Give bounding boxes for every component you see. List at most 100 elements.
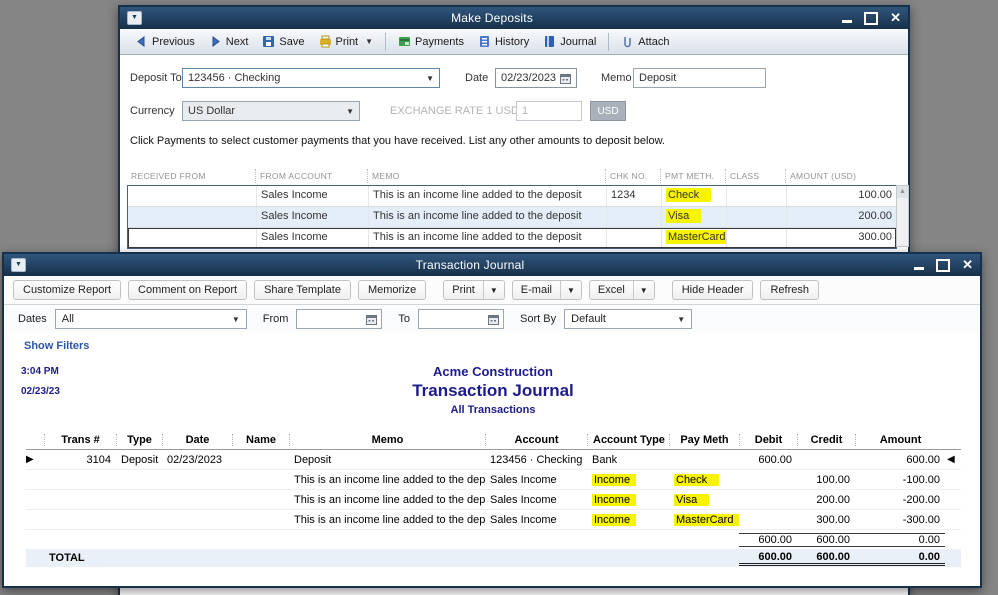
chevron-down-icon[interactable]: ▼ (484, 281, 504, 299)
cell-memo: This is an income line added to the depo… (289, 474, 485, 486)
maximize-icon[interactable] (936, 259, 950, 272)
cell-received-from[interactable] (128, 186, 256, 206)
window-menu-icon[interactable]: ▼ (127, 11, 142, 25)
cell-memo[interactable]: This is an income line added to the depo… (368, 228, 606, 248)
cell-memo[interactable]: This is an income line added to the depo… (368, 186, 606, 206)
report-company: Acme Construction (4, 364, 982, 379)
cell-credit: 300.00 (797, 514, 855, 526)
transaction-journal-titlebar[interactable]: ▼ Transaction Journal ✕ (4, 254, 980, 276)
customize-report-button[interactable]: Customize Report (13, 280, 121, 300)
comment-on-report-button[interactable]: Comment on Report (128, 280, 247, 300)
calendar-icon[interactable] (366, 314, 377, 325)
memo-field[interactable]: Deposit (633, 68, 766, 88)
deposit-to-combobox[interactable]: 123456 · Checking ▼ (182, 68, 440, 88)
cell-chk-no[interactable] (606, 207, 661, 227)
close-icon[interactable]: ✕ (962, 260, 973, 270)
hide-header-button[interactable]: Hide Header (672, 280, 754, 300)
journal-button[interactable]: Journal (536, 33, 603, 50)
col-credit: Credit (797, 434, 855, 446)
history-button[interactable]: History (471, 33, 536, 50)
cell-amount[interactable]: 300.00 (786, 228, 896, 248)
from-date-field[interactable] (296, 309, 382, 329)
chevron-down-icon[interactable]: ▼ (561, 281, 581, 299)
col-class: CLASS (725, 169, 785, 183)
window-menu-icon[interactable]: ▼ (11, 258, 26, 272)
cell-memo[interactable]: This is an income line added to the depo… (368, 207, 606, 227)
previous-button[interactable]: Previous (128, 33, 202, 50)
cell-amount: 600.00 (855, 454, 945, 466)
cell-amount: -100.00 (855, 474, 945, 486)
cell-chk-no[interactable] (606, 228, 661, 248)
dates-combobox[interactable]: All ▼ (55, 309, 247, 329)
print-button[interactable]: Print ▼ (443, 280, 505, 300)
chevron-down-icon[interactable]: ▼ (634, 281, 654, 299)
maximize-icon[interactable] (864, 12, 878, 25)
payments-icon (398, 35, 411, 48)
cell-debit: 600.00 (739, 454, 797, 466)
to-label: To (398, 313, 410, 325)
col-pay-meth: Pay Meth (669, 434, 739, 446)
to-date-field[interactable] (418, 309, 504, 329)
journal-row: This is an income line added to the depo… (26, 470, 961, 490)
share-template-button[interactable]: Share Template (254, 280, 351, 300)
subtotal-credit: 600.00 (797, 533, 855, 547)
memorize-button[interactable]: Memorize (358, 280, 426, 300)
calendar-icon[interactable] (560, 73, 571, 84)
cell-pmt-meth[interactable]: Check (661, 186, 726, 206)
chevron-down-icon: ▼ (346, 107, 354, 116)
payments-button[interactable]: Payments (391, 33, 471, 50)
col-amount: Amount (855, 434, 945, 446)
currency-combobox[interactable]: US Dollar ▼ (182, 101, 360, 121)
scroll-up-icon[interactable]: ▲ (897, 186, 908, 198)
make-deposits-titlebar[interactable]: ▼ Make Deposits ✕ (120, 7, 908, 29)
highlighted-text: Check (674, 474, 719, 486)
excel-button[interactable]: Excel ▼ (589, 280, 655, 300)
highlighted-text: Check (666, 188, 711, 202)
deposit-table: Sales Income This is an income line adde… (127, 185, 897, 249)
sort-by-combobox[interactable]: Default ▼ (564, 309, 692, 329)
col-name: Name (232, 434, 289, 446)
cell-type: Deposit (116, 454, 162, 466)
refresh-button[interactable]: Refresh (760, 280, 819, 300)
report-toolbar: Customize Report Comment on Report Share… (4, 276, 980, 305)
make-deposits-toolbar: Previous Next Save Print ▼ Payments (120, 29, 908, 55)
table-row[interactable]: Sales Income This is an income line adde… (128, 186, 896, 207)
email-button[interactable]: E-mail ▼ (512, 280, 582, 300)
chevron-down-icon[interactable]: ▼ (365, 37, 373, 46)
vertical-scrollbar[interactable]: ▲ (896, 185, 909, 247)
attach-button[interactable]: Attach (614, 33, 676, 50)
date-field[interactable]: 02/23/2023 (495, 68, 577, 88)
cell-received-from[interactable] (128, 207, 256, 227)
cell-chk-no[interactable]: 1234 (606, 186, 661, 206)
cell-from-account[interactable]: Sales Income (256, 207, 368, 227)
close-icon[interactable]: ✕ (890, 13, 901, 23)
row-pointer-icon: ▶ (26, 450, 44, 469)
cell-from-account[interactable]: Sales Income (256, 228, 368, 248)
subtotal-amount: 0.00 (855, 533, 945, 547)
cell-from-account[interactable]: Sales Income (256, 186, 368, 206)
print-button[interactable]: Print ▼ (312, 33, 381, 50)
next-button[interactable]: Next (202, 33, 256, 50)
cell-pmt-meth[interactable]: Visa (661, 207, 726, 227)
table-row[interactable]: Sales Income This is an income line adde… (128, 228, 896, 248)
cell-class[interactable] (726, 228, 786, 248)
highlighted-text: Income (592, 514, 636, 526)
minimize-icon[interactable] (842, 20, 852, 23)
history-icon (478, 35, 491, 48)
arrow-right-icon (209, 35, 222, 48)
calendar-icon[interactable] (488, 314, 499, 325)
cell-amount[interactable]: 100.00 (786, 186, 896, 206)
minimize-icon[interactable] (914, 267, 924, 270)
table-row[interactable]: Sales Income This is an income line adde… (128, 207, 896, 228)
cell-class[interactable] (726, 186, 786, 206)
col-account-type: Account Type (587, 434, 669, 446)
cell-class[interactable] (726, 207, 786, 227)
show-filters-link[interactable]: Show Filters (24, 340, 89, 352)
journal-book-icon (543, 35, 556, 48)
col-account: Account (485, 434, 587, 446)
cell-received-from[interactable] (128, 228, 256, 248)
save-button[interactable]: Save (255, 33, 311, 50)
cell-amount: -200.00 (855, 494, 945, 506)
cell-amount[interactable]: 200.00 (786, 207, 896, 227)
cell-pmt-meth[interactable]: MasterCard (661, 228, 726, 248)
